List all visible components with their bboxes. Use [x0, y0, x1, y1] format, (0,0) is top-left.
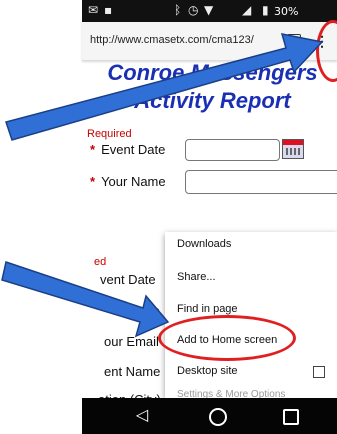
required-star: *: [90, 174, 96, 189]
required-label: Required: [87, 128, 132, 140]
bg-row-event-date: vent Date: [100, 272, 156, 287]
home-icon[interactable]: [209, 408, 227, 426]
battery-percentage: 30%: [274, 5, 299, 18]
overflow-menu: Downloads Share... Find in page Add to H…: [165, 232, 337, 400]
page-title-line1: Conroe Messengers: [107, 60, 318, 85]
your-name-input[interactable]: [185, 170, 337, 194]
highlight-oval-add-to-home: [158, 315, 296, 361]
tab-switcher-button[interactable]: 3: [287, 34, 301, 48]
bg-row-name: Name: [125, 303, 160, 318]
status-bar: ✉ ▪ ᛒ ◷ ▼ ◢ ▮ 30%: [82, 0, 337, 22]
desktop-site-checkbox[interactable]: [313, 366, 325, 378]
battery-icon: ▮: [262, 3, 269, 17]
browser-toolbar: http://www.cmasetx.com/cma123/ 3 ⋮: [82, 22, 337, 61]
required-star: *: [90, 142, 96, 157]
bg-row-event-name: ent Name: [104, 364, 161, 379]
menu-item-share[interactable]: Share...: [177, 271, 216, 283]
alarm-icon: ◷: [188, 3, 199, 17]
image-icon: ▪: [104, 3, 113, 17]
calendar-icon[interactable]: [282, 139, 304, 159]
bg-row-email: our Email: [104, 334, 159, 349]
android-nav-bar: ◁: [82, 398, 337, 434]
page-title-line2: Activity Report: [134, 88, 291, 113]
menu-item-downloads[interactable]: Downloads: [177, 238, 231, 250]
event-date-input[interactable]: [185, 139, 280, 161]
menu-item-find-in-page[interactable]: Find in page: [177, 303, 238, 315]
your-name-label: * Your Name: [90, 174, 166, 189]
signal-icon: ◢: [242, 3, 252, 17]
required-fragment: ed: [94, 256, 107, 268]
event-date-label: * Event Date: [90, 142, 166, 157]
url-bar[interactable]: http://www.cmasetx.com/cma123/: [90, 34, 254, 46]
wifi-icon: ▼: [204, 3, 214, 17]
back-icon[interactable]: ◁: [132, 406, 152, 426]
bluetooth-icon: ᛒ: [174, 3, 182, 17]
menu-item-desktop-site[interactable]: Desktop site: [177, 365, 238, 377]
mail-icon: ✉: [88, 3, 99, 17]
recent-apps-icon[interactable]: [283, 409, 299, 425]
